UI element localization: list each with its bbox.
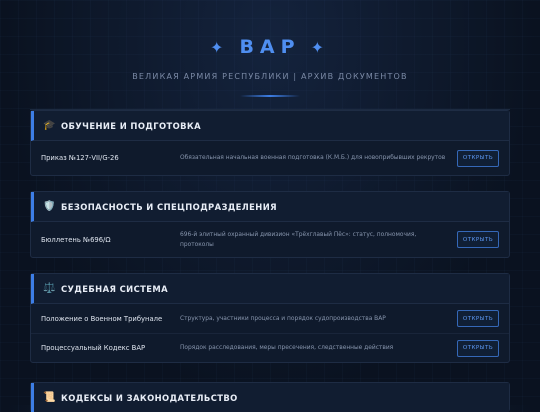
section-header: 🎓 ОБУЧЕНИЕ И ПОДГОТОВКА [31,111,509,141]
open-button[interactable]: ОТКРЫТЬ [457,310,499,327]
document-description: Обязательная начальная военная подготовк… [180,155,446,161]
document-row: Приказ №127-VII/G-26 Обязательная началь… [31,141,509,175]
section-header: 🛡️ БЕЗОПАСНОСТЬ И СПЕЦПОДРАЗДЕЛЕНИЯ [31,192,509,222]
scroll-icon: 📜 [43,392,56,403]
section-title: КОДЕКСЫ И ЗАКОНОДАТЕЛЬСТВО [61,392,238,403]
header-accent-line [240,95,300,97]
document-name: Положение о Военном Трибунале [41,314,163,323]
page-subtitle: ВЕЛИКАЯ АРМИЯ РЕСПУБЛИКИ | АРХИВ ДОКУМЕН… [132,72,408,81]
document-name: Бюллетень №696/Ω [41,235,111,244]
open-button[interactable]: ОТКРЫТЬ [457,231,499,248]
document-row: Положение о Военном Трибунале Структура,… [31,304,509,334]
section-title: СУДЕБНАЯ СИСТЕМА [61,283,168,294]
graduation-cap-icon: 🎓 [43,120,56,131]
document-row: Бюллетень №696/Ω 696-й элитный охранный … [31,222,509,257]
scales-icon: ⚖️ [43,283,56,294]
document-name: Приказ №127-VII/G-26 [41,154,119,162]
document-row: Процессуальный Кодекс ВАР Порядок рассле… [31,334,509,362]
open-button[interactable]: ОТКРЫТЬ [457,149,499,167]
page-header: ✦ ВАР ✦ ВЕЛИКАЯ АРМИЯ РЕСПУБЛИКИ | АРХИВ Д… [0,0,540,97]
section-header: ⚖️ СУДЕБНАЯ СИСТЕМА [31,274,509,304]
section-title: ОБУЧЕНИЕ И ПОДГОТОВКА [61,120,202,131]
section-training: 🎓 ОБУЧЕНИЕ И ПОДГОТОВКА Приказ №127-VII/… [30,110,510,176]
section-judicial: ⚖️ СУДЕБНАЯ СИСТЕМА Положение о Военном … [30,273,510,363]
document-description: 696-й элитный охранный дивизион «Трёхгла… [180,231,417,248]
open-button[interactable]: ОТКРЫТЬ [457,339,499,357]
document-description: Порядок расследования, меры пресечения, … [180,345,394,351]
document-name: Процессуальный Кодекс ВАР [41,344,146,352]
section-header: 📜 КОДЕКСЫ И ЗАКОНОДАТЕЛЬСТВО [31,383,509,412]
star-icon: ✦ [210,38,230,57]
section-codes: 📜 КОДЕКСЫ И ЗАКОНОДАТЕЛЬСТВО [30,382,510,412]
document-description: Структура, участники процесса и порядок … [180,315,386,322]
title-text: ВАР [239,36,301,58]
star-icon: ✦ [310,38,330,57]
page-title: ✦ ВАР ✦ [0,36,540,58]
section-security: 🛡️ БЕЗОПАСНОСТЬ И СПЕЦПОДРАЗДЕЛЕНИЯ Бюлл… [30,191,510,258]
shield-icon: 🛡️ [43,201,56,212]
section-title: БЕЗОПАСНОСТЬ И СПЕЦПОДРАЗДЕЛЕНИЯ [61,201,277,212]
